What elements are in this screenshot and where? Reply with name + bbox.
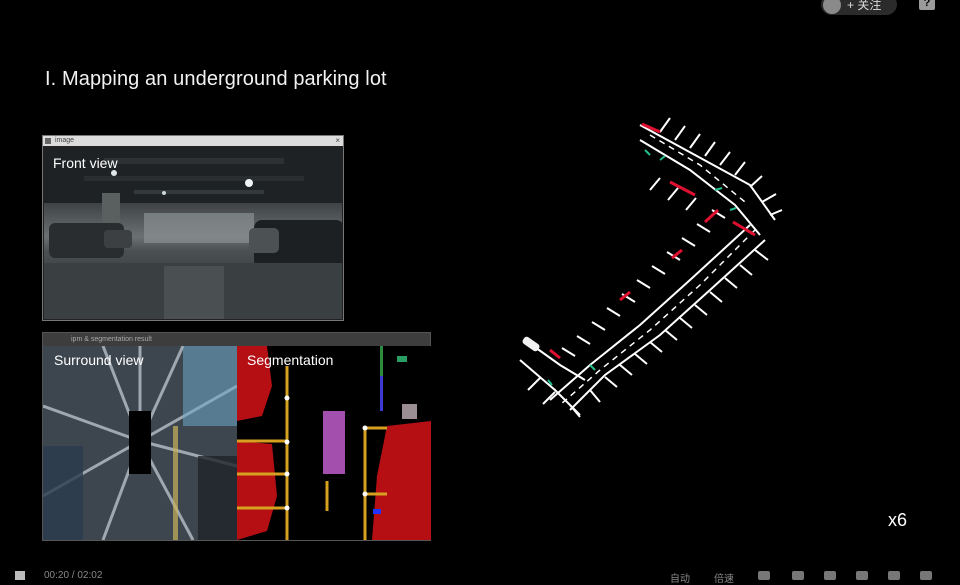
follow-button[interactable]: + 关注 — [821, 0, 897, 15]
segmentation-image — [237, 346, 431, 540]
auto-quality-button[interactable]: 自动 — [670, 570, 690, 585]
player-controls: 00:20 / 02:02 自动 倍速 — [0, 568, 960, 585]
slide-title: I. Mapping an underground parking lot — [45, 68, 387, 90]
playback-speed-button[interactable]: 倍速 — [714, 570, 734, 585]
window-icon — [45, 138, 51, 144]
surround-view-image — [43, 346, 237, 540]
playback-speed-overlay: x6 — [888, 510, 908, 530]
help-icon[interactable]: ? — [919, 0, 935, 10]
front-camera-image: Front view — [44, 148, 342, 319]
window-title-bar: ipm & segmentation result — [43, 333, 430, 346]
segmentation-label: Segmentation — [247, 352, 334, 368]
surround-view-label: Surround view — [54, 352, 144, 368]
surround-view-panel: Surround view — [43, 346, 237, 540]
avatar — [823, 0, 841, 14]
fullscreen-icon[interactable] — [920, 571, 932, 580]
pip-icon[interactable] — [824, 571, 836, 580]
window-title: ipm & segmentation result — [71, 336, 152, 343]
close-icon[interactable]: × — [335, 136, 340, 146]
window-title: image — [55, 137, 75, 144]
segmentation-window: ipm & segmentation result Surround view … — [42, 332, 431, 541]
segmentation-panel: Segmentation — [237, 346, 431, 540]
front-view-window: image × Front view — [42, 135, 344, 321]
follow-label: + 关注 — [847, 0, 882, 12]
web-fullscreen-icon[interactable] — [888, 571, 900, 580]
front-view-label: Front view — [53, 155, 118, 171]
window-title-bar: image × — [43, 136, 343, 146]
front-camera-scene — [44, 148, 342, 319]
time-display: 00:20 / 02:02 — [44, 570, 103, 581]
parking-lot-map — [519, 117, 783, 418]
volume-icon[interactable] — [758, 571, 770, 580]
settings-icon[interactable] — [792, 571, 804, 580]
wide-screen-icon[interactable] — [856, 571, 868, 580]
pause-icon[interactable] — [15, 571, 25, 580]
